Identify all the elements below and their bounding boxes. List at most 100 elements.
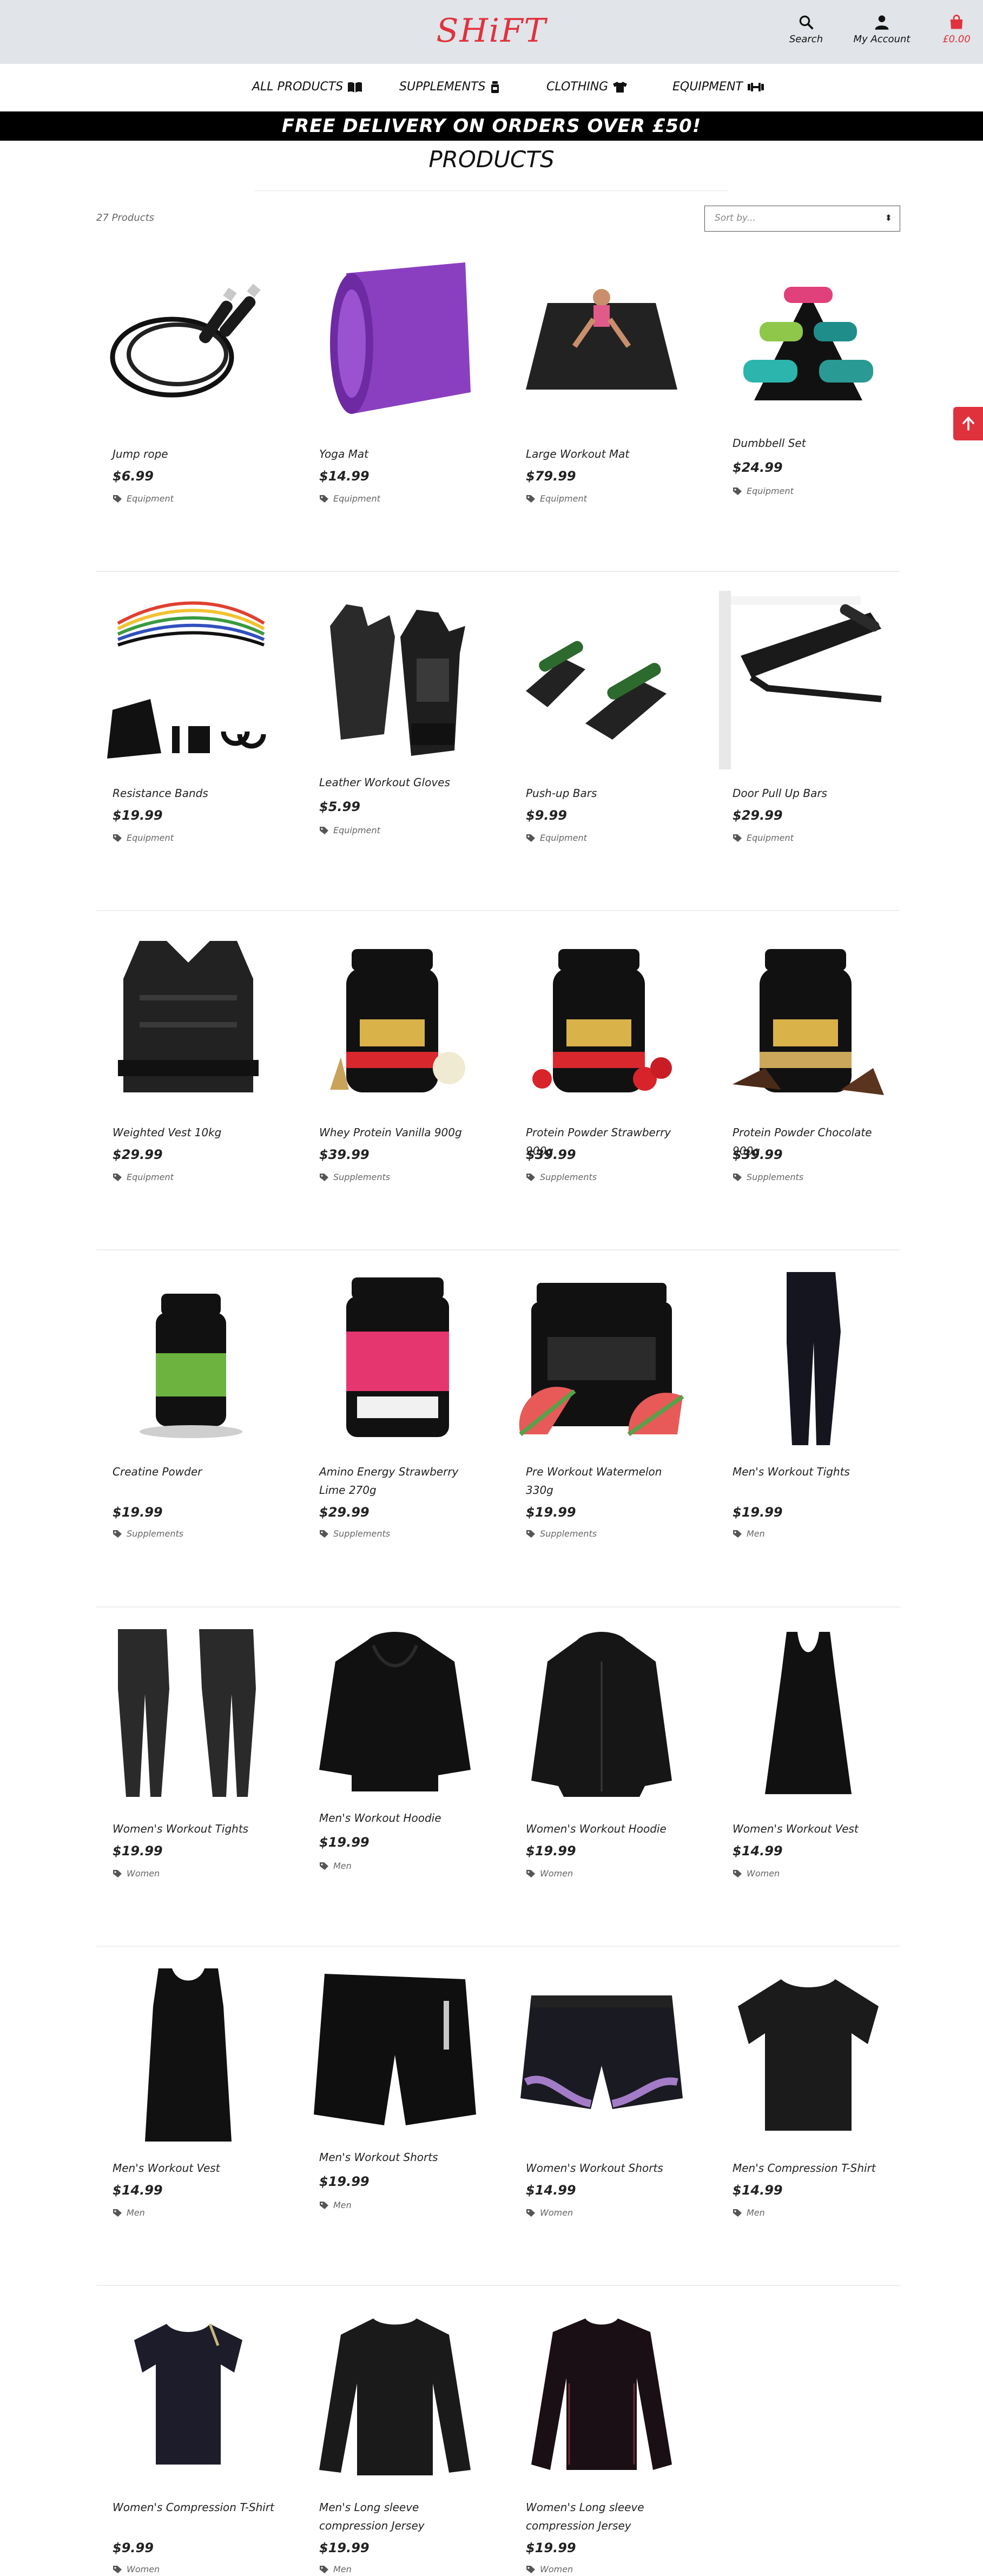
- product-category[interactable]: Equipment: [319, 493, 380, 504]
- product-category[interactable]: Men: [319, 2564, 352, 2574]
- product-image[interactable]: [716, 1963, 900, 2147]
- nav-supplements[interactable]: SUPPLEMENTS: [399, 80, 500, 94]
- product-card[interactable]: Weighted Vest 10kg $29.99 Equipment: [96, 911, 280, 1236]
- product-category[interactable]: Equipment: [113, 493, 174, 504]
- product-name[interactable]: Pre Workout Watermelon 330g: [526, 1462, 688, 1499]
- product-card[interactable]: Protein Powder Chocolate 900g $39.99 Sup…: [716, 911, 900, 1236]
- product-name[interactable]: Leather Workout Gloves: [319, 773, 481, 792]
- product-card[interactable]: Pre Workout Watermelon 330g $19.99 Suppl…: [510, 1250, 694, 1575]
- basket-button[interactable]: £0.00: [935, 14, 978, 45]
- product-category[interactable]: Women: [526, 2564, 573, 2574]
- product-category[interactable]: Women: [113, 2564, 160, 2574]
- product-name[interactable]: Women's Workout Shorts: [526, 2159, 688, 2177]
- product-image[interactable]: [716, 927, 900, 1111]
- sort-select[interactable]: Sort by... ⬍: [704, 206, 900, 232]
- product-card[interactable]: Protein Powder Strawberry 900g $39.99 Su…: [510, 911, 694, 1236]
- product-card[interactable]: Creatine Powder $19.99 Supplements: [96, 1250, 280, 1575]
- product-category[interactable]: Women: [733, 1868, 780, 1879]
- site-logo[interactable]: SHiFT: [0, 12, 983, 50]
- product-image[interactable]: [96, 927, 280, 1111]
- product-name[interactable]: Men's Long sleeve compression Jersey: [319, 2498, 481, 2535]
- product-image[interactable]: [510, 1267, 694, 1451]
- product-name[interactable]: Jump rope: [113, 445, 275, 463]
- product-image[interactable]: [510, 927, 694, 1111]
- product-image[interactable]: [716, 588, 900, 772]
- product-card[interactable]: Men's Workout Shorts $19.99 Men: [303, 1947, 487, 2271]
- product-category[interactable]: Women: [113, 1868, 160, 1879]
- product-card[interactable]: Resistance Bands $19.99 Equipment: [96, 572, 280, 897]
- product-name[interactable]: Men's Workout Hoodie: [319, 1809, 481, 1827]
- product-name[interactable]: Creatine Powder: [113, 1462, 275, 1481]
- product-card[interactable]: Men's Workout Vest $14.99 Men: [96, 1947, 280, 2271]
- product-name[interactable]: Women's Long sleeve compression Jersey: [526, 2498, 688, 2535]
- product-name[interactable]: Resistance Bands: [113, 784, 275, 802]
- product-name[interactable]: Yoga Mat: [319, 445, 481, 463]
- product-name[interactable]: Push-up Bars: [526, 784, 688, 802]
- product-card[interactable]: Yoga Mat $14.99 Equipment: [303, 233, 487, 557]
- product-name[interactable]: Door Pull Up Bars: [733, 784, 895, 802]
- product-name[interactable]: Women's Workout Vest: [733, 1820, 895, 1838]
- product-category[interactable]: Supplements: [526, 1529, 597, 1539]
- product-category[interactable]: Men: [319, 1861, 352, 1871]
- product-name[interactable]: Dumbbell Set: [733, 434, 895, 452]
- product-card[interactable]: Men's Compression T-Shirt $14.99 Men: [716, 1947, 900, 2271]
- product-category[interactable]: Men: [319, 2200, 352, 2210]
- nav-all-products[interactable]: ALL PRODUCTS: [252, 80, 362, 94]
- product-category[interactable]: Men: [733, 1529, 765, 1539]
- product-card[interactable]: Men's Workout Hoodie $19.99 Men: [303, 1607, 487, 1932]
- product-image[interactable]: [510, 588, 694, 772]
- product-name[interactable]: Weighted Vest 10kg: [113, 1123, 275, 1142]
- product-image[interactable]: [96, 1963, 280, 2147]
- product-category[interactable]: Supplements: [526, 1172, 597, 1182]
- product-image[interactable]: [303, 1267, 487, 1451]
- product-image[interactable]: [510, 249, 694, 433]
- product-name[interactable]: Large Workout Mat: [526, 445, 688, 463]
- product-category[interactable]: Equipment: [733, 486, 794, 496]
- product-name[interactable]: Whey Protein Vanilla 900g: [319, 1123, 481, 1142]
- product-image[interactable]: [303, 588, 487, 772]
- product-category[interactable]: Supplements: [113, 1529, 183, 1539]
- product-image[interactable]: [96, 588, 280, 772]
- product-category[interactable]: Equipment: [526, 833, 587, 843]
- my-account-button[interactable]: My Account: [849, 14, 914, 45]
- product-image[interactable]: [716, 1267, 900, 1451]
- product-card[interactable]: Women's Workout Shorts $14.99 Women: [510, 1947, 694, 2271]
- product-image[interactable]: [303, 927, 487, 1111]
- product-card[interactable]: Women's Workout Vest $14.99 Women: [716, 1607, 900, 1932]
- search-button[interactable]: Search: [784, 14, 828, 45]
- product-image[interactable]: [510, 2302, 694, 2486]
- product-image[interactable]: [96, 249, 280, 433]
- product-image[interactable]: [716, 1624, 900, 1808]
- scroll-to-top-button[interactable]: [953, 407, 983, 440]
- nav-equipment[interactable]: EQUIPMENT: [672, 80, 764, 94]
- product-image[interactable]: [303, 1624, 487, 1808]
- product-image[interactable]: [303, 249, 487, 433]
- product-name[interactable]: Women's Workout Tights: [113, 1820, 275, 1838]
- product-card[interactable]: Dumbbell Set $24.99 Equipment: [716, 233, 900, 557]
- product-category[interactable]: Equipment: [113, 1172, 174, 1182]
- product-category[interactable]: Men: [113, 2208, 145, 2218]
- product-category[interactable]: Equipment: [526, 493, 587, 504]
- product-name[interactable]: Men's Workout Tights: [733, 1462, 895, 1481]
- product-image[interactable]: [96, 1624, 280, 1808]
- product-image[interactable]: [510, 1624, 694, 1808]
- product-category[interactable]: Supplements: [319, 1529, 390, 1539]
- product-category[interactable]: Supplements: [319, 1172, 390, 1182]
- product-category[interactable]: Men: [733, 2208, 765, 2218]
- product-card[interactable]: Large Workout Mat $79.99 Equipment: [510, 233, 694, 557]
- product-card[interactable]: Push-up Bars $9.99 Equipment: [510, 572, 694, 897]
- product-image[interactable]: [96, 2302, 280, 2486]
- product-category[interactable]: Equipment: [113, 833, 174, 843]
- product-category[interactable]: Women: [526, 2208, 573, 2218]
- product-card[interactable]: Amino Energy Strawberry Lime 270g $29.99…: [303, 1250, 487, 1575]
- product-name[interactable]: Women's Workout Hoodie: [526, 1820, 688, 1838]
- product-image[interactable]: [510, 1963, 694, 2147]
- product-image[interactable]: [716, 249, 900, 433]
- product-category[interactable]: Equipment: [319, 825, 380, 835]
- product-image[interactable]: [303, 1963, 487, 2147]
- product-name[interactable]: Amino Energy Strawberry Lime 270g: [319, 1462, 481, 1499]
- product-card[interactable]: Men's Long sleeve compression Jersey $19…: [303, 2286, 487, 2576]
- product-card[interactable]: Leather Workout Gloves $5.99 Equipment: [303, 572, 487, 897]
- product-image[interactable]: [96, 1267, 280, 1451]
- product-name[interactable]: Men's Compression T-Shirt: [733, 2159, 895, 2177]
